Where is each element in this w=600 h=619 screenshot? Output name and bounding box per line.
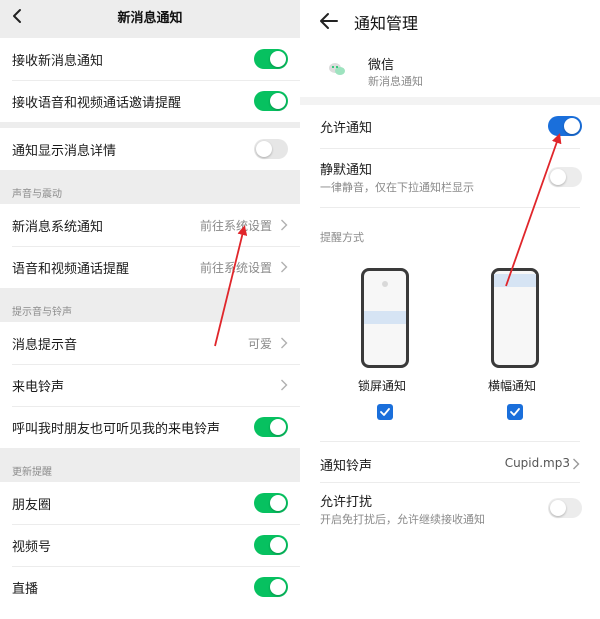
row-label: 来电铃声 (12, 380, 65, 395)
notification-ringtone-label[interactable]: 通知铃声 (320, 455, 372, 474)
row-label: 朋友圈 (12, 498, 52, 513)
row-call-ringtone[interactable]: 来电铃声 (0, 364, 300, 406)
divider (320, 207, 580, 208)
app-name: 微信 (368, 58, 395, 73)
row-channels[interactable]: 视频号 (0, 524, 300, 566)
row-label: 视频号 (12, 540, 52, 555)
row-label: 通知显示消息详情 (12, 144, 117, 159)
banner-preview[interactable] (491, 268, 539, 368)
arrow-left-icon[interactable] (318, 10, 340, 32)
row-value: 前往系统设置 (199, 261, 272, 275)
channels-toggle[interactable] (254, 535, 288, 555)
lock-screen-preview[interactable] (361, 268, 409, 368)
page-title: 新消息通知 (117, 11, 183, 26)
detail-group: 通知显示消息详情 (0, 128, 300, 170)
chevron-right-icon (281, 337, 288, 349)
allow-disturb-label: 允许打扰 (320, 495, 373, 510)
banner-label: 横幅通知 (488, 379, 537, 393)
row-label: 直播 (12, 582, 39, 597)
update-group: 朋友圈 视频号 直播 (0, 482, 300, 619)
row-receive-messages[interactable]: 接收新消息通知 (0, 38, 300, 80)
page-title: 通知管理 (354, 14, 419, 33)
row-label: 新消息系统通知 (12, 220, 104, 235)
silent-notifications-label: 静默通知 (320, 163, 373, 178)
chevron-right-icon (281, 219, 288, 231)
row-value: 可爱 (247, 337, 272, 351)
section-header-remind-mode: 提醒方式 (320, 231, 364, 244)
show-details-toggle[interactable] (254, 139, 288, 159)
divider (320, 441, 580, 442)
wechat-app-icon (329, 63, 345, 75)
receive-messages-toggle[interactable] (254, 49, 288, 69)
row-show-details[interactable]: 通知显示消息详情 (0, 128, 300, 170)
row-value: 前往系统设置 (199, 219, 272, 233)
row-label: 接收新消息通知 (12, 54, 104, 69)
silent-notifications-toggle[interactable] (548, 167, 582, 187)
left-header: 新消息通知 (0, 0, 300, 34)
allow-notifications-toggle[interactable] (548, 116, 582, 136)
section-header-tone: 提示音与铃声 (12, 307, 72, 318)
checkmark-icon (510, 408, 520, 416)
row-live[interactable]: 直播 (0, 566, 300, 608)
row-message-tone[interactable]: 消息提示音 可爱 (0, 322, 300, 364)
lock-screen-label: 锁屏通知 (358, 379, 407, 393)
section-header-update: 更新提醒 (12, 467, 52, 478)
silent-notifications-subtitle: 一律静音，仅在下拉通知栏显示 (320, 181, 474, 194)
row-call-reminder[interactable]: 语音和视频通话提醒 前往系统设置 (0, 246, 300, 288)
divider (320, 482, 580, 483)
row-label: 语音和视频通话提醒 (12, 262, 130, 277)
allow-disturb-subtitle: 开启免打扰后，允许继续接收通知 (320, 513, 485, 526)
chevron-right-icon (281, 261, 288, 273)
banner-checkbox[interactable] (507, 404, 523, 420)
chevron-right-icon (573, 458, 580, 470)
row-call-invite[interactable]: 接收语音和视频通话邀请提醒 (0, 80, 300, 122)
divider (320, 148, 580, 149)
chevron-right-icon (281, 379, 288, 391)
row-label: 消息提示音 (12, 338, 78, 353)
section-header-sound: 声音与震动 (12, 189, 62, 200)
row-label: 呼叫我时朋友也可听见我的来电铃声 (12, 422, 221, 437)
allow-disturb-toggle[interactable] (548, 498, 582, 518)
row-moments[interactable]: 朋友圈 (0, 482, 300, 524)
section-separator (300, 97, 600, 105)
row-friends-hear-ringtone[interactable]: 呼叫我时朋友也可听见我的来电铃声 (0, 406, 300, 448)
app-subtitle: 新消息通知 (368, 75, 423, 88)
tone-group: 消息提示音 可爱 来电铃声 呼叫我时朋友也可听见我的来电铃声 (0, 322, 300, 448)
sound-group: 新消息系统通知 前往系统设置 语音和视频通话提醒 前往系统设置 (0, 204, 300, 288)
right-panel-notification-management: 通知管理 微信 新消息通知 允许通知 静默通知 一律静音，仅在下拉通知栏显示 提… (300, 0, 600, 619)
call-invite-toggle[interactable] (254, 91, 288, 111)
live-toggle[interactable] (254, 577, 288, 597)
lock-screen-checkbox[interactable] (377, 404, 393, 420)
friends-hear-ringtone-toggle[interactable] (254, 417, 288, 437)
row-system-notification[interactable]: 新消息系统通知 前往系统设置 (0, 204, 300, 246)
notification-group: 接收新消息通知 接收语音和视频通话邀请提醒 (0, 38, 300, 122)
left-panel-new-message-settings: 新消息通知 接收新消息通知 接收语音和视频通话邀请提醒 通知显示消息详情 声音与… (0, 0, 300, 619)
row-label: 接收语音和视频通话邀请提醒 (12, 96, 182, 111)
moments-toggle[interactable] (254, 493, 288, 513)
checkmark-icon (380, 408, 390, 416)
notification-ringtone-value: Cupid.mp3 (504, 456, 570, 470)
allow-notifications-label: 允许通知 (320, 121, 373, 136)
